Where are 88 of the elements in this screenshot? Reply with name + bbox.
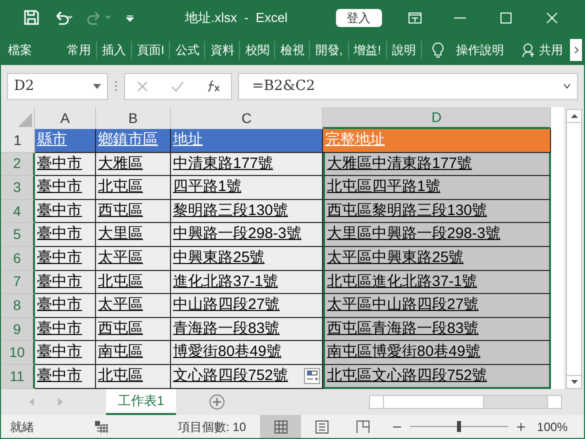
dropdown-icon [93, 84, 101, 88]
save-icon[interactable] [24, 10, 39, 25]
table-cell: 臺中市 [35, 341, 96, 365]
share-button[interactable]: 共用 [539, 40, 564, 58]
ribbon-scroll-button[interactable] [570, 38, 582, 60]
sign-in-button[interactable]: 登入 [336, 8, 382, 26]
vertical-scrollbar[interactable] [566, 123, 582, 375]
function-icon[interactable] [206, 80, 220, 92]
view-button[interactable] [260, 415, 302, 438]
down-arrow-icon [570, 380, 578, 384]
ribbon-tab[interactable]: 說明 [387, 40, 422, 58]
scroll-down-button[interactable] [566, 375, 582, 389]
row-header[interactable]: 8 [1, 294, 35, 318]
ribbon-tab[interactable]: 資料 [205, 40, 240, 58]
zoom-level[interactable]: 100% [537, 418, 568, 436]
row-header[interactable]: 1 [1, 129, 35, 153]
zoom-slider[interactable] [410, 420, 508, 432]
table-cell: 臺中市 [35, 270, 96, 294]
row-header[interactable]: 2 [1, 152, 35, 176]
table-cell: 大里區 [96, 223, 171, 247]
customize-icon[interactable] [125, 12, 135, 22]
ribbon-tab[interactable]: 頁面I [132, 40, 170, 58]
table-cell: 臺中市 [35, 152, 96, 176]
minimize-icon[interactable] [454, 16, 466, 18]
table-cell: 臺中市 [35, 246, 96, 271]
row-header[interactable]: 3 [1, 176, 35, 200]
table-cell: 臺中市 [35, 200, 96, 224]
tell-me-field[interactable]: 操作說明 [456, 40, 504, 58]
maximize-icon[interactable] [500, 12, 512, 24]
table-cell: 臺中市 [35, 364, 96, 389]
chevron-right-icon [574, 46, 578, 54]
zoom-in-icon[interactable] [517, 422, 526, 430]
ribbon-tab[interactable]: 常用 [62, 40, 97, 58]
table-cell: 黎明路三段130號 [171, 200, 323, 224]
grip-icon [114, 80, 118, 92]
table-cell: 臺中市 [35, 176, 96, 200]
table-cell: 大雅區 [96, 152, 171, 176]
table-cell: 中興路一段298-3號 [171, 223, 323, 247]
scroll-up-button[interactable] [566, 109, 582, 123]
table-cell: 大雅區中清東路177號 [323, 152, 551, 176]
ribbon-tab[interactable]: 插入 [97, 40, 132, 58]
ribbon-tab[interactable]: 校閱 [240, 40, 276, 58]
row-header[interactable]: 4 [1, 200, 35, 224]
person-icon[interactable] [522, 42, 536, 56]
close-icon[interactable] [546, 12, 558, 24]
formula-field[interactable]: =B2&C2 [238, 72, 578, 100]
table-cell: 臺中市 [35, 223, 96, 247]
table-cell: 大里區中興路一段298-3號 [323, 223, 551, 247]
window-title: 地址.xlsx - Excel [185, 8, 288, 27]
lightbulb-icon[interactable] [432, 42, 444, 58]
table-cell: 中山路四段27號 [171, 294, 323, 318]
column-header[interactable]: D [323, 107, 551, 129]
status-text: 就緒 [10, 418, 34, 436]
table-cell: 中興東路25號 [171, 246, 323, 271]
file-tab[interactable]: 檔案 [8, 40, 62, 58]
up-arrow-icon [570, 114, 578, 118]
row-header[interactable]: 6 [1, 246, 35, 271]
table-cell: 臺中市 [35, 318, 96, 342]
header-cell: 完整地址 [323, 129, 551, 153]
ribbon-display-icon[interactable] [408, 12, 422, 24]
horizontal-scrollbar[interactable] [369, 395, 562, 409]
header-cell: 縣市 [35, 129, 96, 153]
expand-icon [563, 84, 571, 88]
page-break-icon [356, 420, 370, 434]
sheet-tab[interactable]: 工作表1 [106, 389, 176, 415]
zoom-thumb[interactable] [457, 421, 462, 432]
header-cell: 鄉鎮市區 [96, 129, 171, 153]
ribbon-tab[interactable]: 檢視 [275, 40, 310, 58]
header-cell: 地址 [171, 129, 323, 153]
count-text: 項目個數: 10 [178, 418, 246, 436]
name-box[interactable]: D2 [7, 72, 108, 100]
row-header[interactable]: 11 [1, 364, 35, 389]
table-cell: 四平路1號 [171, 176, 323, 200]
page-icon [314, 420, 329, 434]
table-cell: 中清東路177號 [171, 152, 323, 176]
check-icon[interactable] [170, 80, 184, 92]
ribbon-tab[interactable]: 開發, [310, 40, 349, 58]
quick-analysis-icon[interactable] [304, 368, 320, 384]
add-sheet-icon[interactable] [209, 394, 225, 410]
ribbon-tab[interactable]: 增益! [348, 40, 388, 58]
ribbon-tab[interactable]: 公式 [170, 40, 206, 58]
grid-icon [274, 420, 288, 434]
table-cell: 臺中市 [35, 294, 96, 318]
row-header[interactable]: 7 [1, 270, 35, 294]
macro-record-icon[interactable] [95, 420, 108, 432]
row-header[interactable]: 9 [1, 318, 35, 342]
row-header[interactable]: 5 [1, 223, 35, 247]
row-header[interactable]: 10 [1, 341, 35, 365]
